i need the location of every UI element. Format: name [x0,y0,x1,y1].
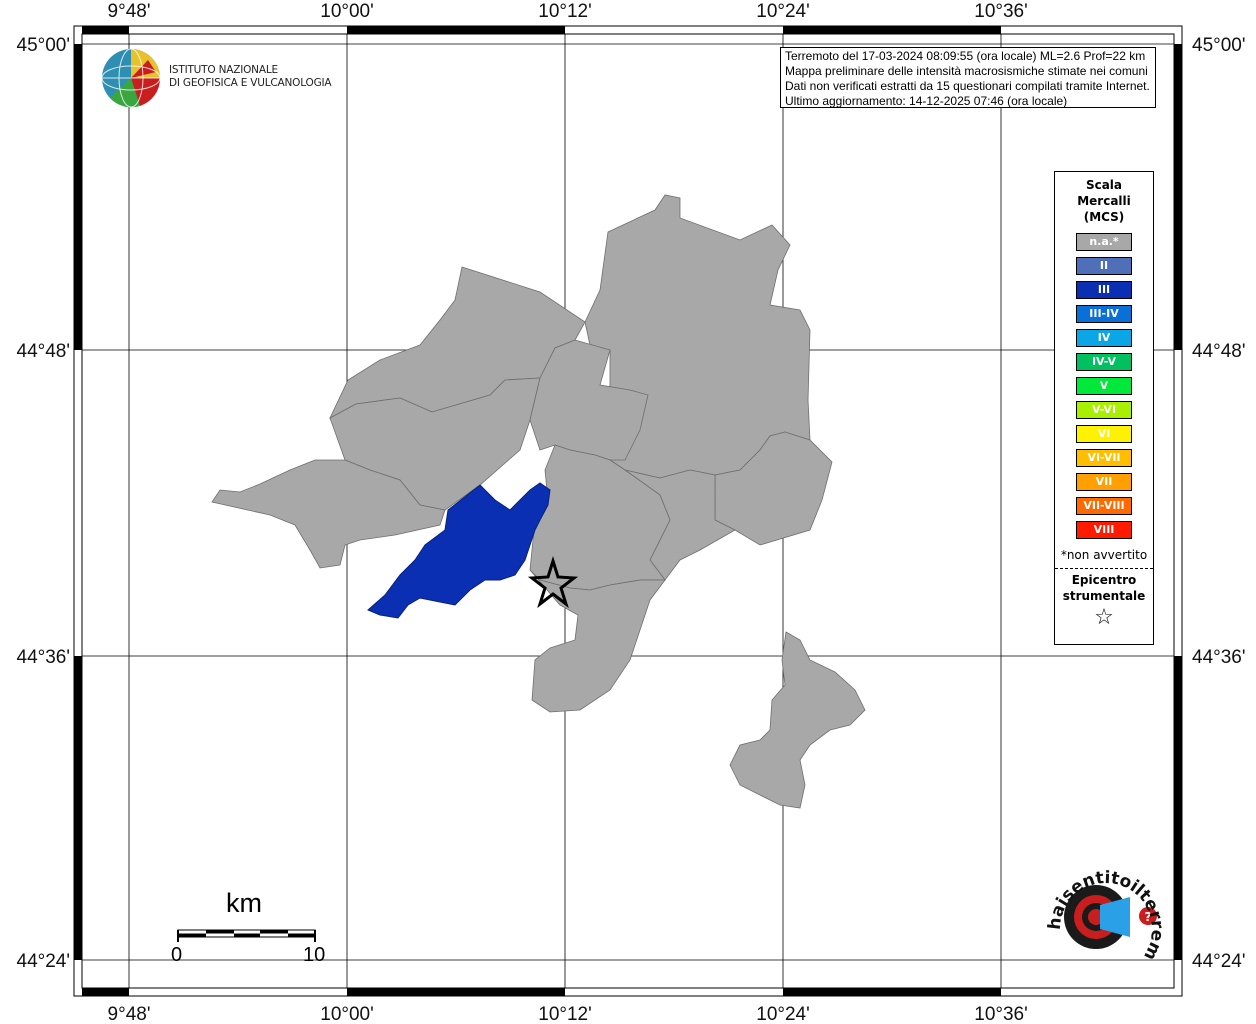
lon-labels-bottom: 9°48' 10°00' 10°12' 10°24' 10°36' [108,1004,1028,1024]
legend-swatch: VIII [1076,521,1132,539]
scale-max: 10 [303,944,326,966]
legend-epicenter-line1: Epicentro [1071,573,1137,587]
tick-label: 45°00' [17,35,71,56]
legend-swatch: VII-VIII [1076,497,1132,515]
ingv-name: ISTITUTO NAZIONALE DI GEOFISICA E VULCAN… [169,64,332,90]
legend-title-line3: (MCS) [1083,210,1125,224]
lat-labels-left: 45°00' 44°48' 44°36' 44°24' [17,35,71,972]
tick-label: 10°00' [320,1004,374,1024]
tick-label: 10°36' [974,1004,1028,1024]
tick-label: 10°24' [756,1,810,22]
ingv-logo-icon [101,48,161,108]
tick-label: 44°48' [17,341,71,362]
legend-swatch: n.a.* [1076,233,1132,251]
legend-swatch: VII [1076,473,1132,491]
tick-label: 10°24' [756,1004,810,1024]
legend-swatch: VI [1076,425,1132,443]
tick-label: 10°36' [974,1,1028,22]
info-line-3: Dati non verificati estratti da 15 quest… [785,79,1150,93]
legend-note: *non avvertito [1060,548,1148,562]
star-icon: ☆ [1094,605,1114,630]
legend-epicenter-line2: strumentale [1062,589,1146,603]
legend-swatch: VI-VII [1076,449,1132,467]
scale-min: 0 [171,944,183,966]
tick-label: 10°12' [538,1004,592,1024]
tick-label: 44°36' [1192,647,1246,668]
legend-swatch: IV-V [1076,353,1132,371]
info-line-4: Ultimo aggiornamento: 14-12-2025 07:46 (… [785,94,1068,108]
info-line-1: Terremoto del 17-03-2024 08:09:55 (ora l… [785,49,1146,63]
tick-label: 10°00' [320,1,374,22]
ingv-name-line1: ISTITUTO NAZIONALE [169,64,278,76]
legend-swatch: V-VI [1076,401,1132,419]
event-info-box: Terremoto del 17-03-2024 08:09:55 (ora l… [780,47,1156,108]
legend-swatch: III [1076,281,1132,299]
tick-label: 45°00' [1192,35,1246,56]
lat-labels-right: 45°00' 44°48' 44°36' 44°24' [1192,35,1246,972]
lon-labels-top: 9°48' 10°00' 10°12' 10°24' 10°36' [108,1,1028,22]
legend-epicenter-label: Epicentro strumentale [1055,572,1153,604]
legend-items: n.a.* II III III-IV IV IV-V V V-VI VI VI-VII VII VI… [1055,233,1153,539]
tick-label: 10°12' [538,1,592,22]
info-line-2: Mappa preliminare delle intensità macros… [785,64,1148,78]
intensity-legend: Scala Mercalli (MCS) n.a.* II III III-IV IV I… [1054,171,1154,645]
tick-label: 44°48' [1192,341,1246,362]
legend-swatch: V [1076,377,1132,395]
legend-title-line1: Scala [1085,178,1123,192]
tick-label: 44°24' [17,951,71,972]
legend-separator [1055,568,1153,569]
legend-title: Scala Mercalli (MCS) [1055,177,1153,225]
legend-title-line2: Mercalli [1077,194,1131,208]
legend-swatch: IV [1076,329,1132,347]
ingv-name-line2: DI GEOFISICA E VULCANOLOGIA [169,77,332,89]
tick-label: 44°36' [17,647,71,668]
legend-swatch: II [1076,257,1132,275]
tick-label: 9°48' [108,1004,151,1024]
tick-label: 44°24' [1192,951,1246,972]
legend-swatch: III-IV [1076,305,1132,323]
tick-label: 9°48' [108,1,151,22]
scale-unit: km [226,888,262,918]
